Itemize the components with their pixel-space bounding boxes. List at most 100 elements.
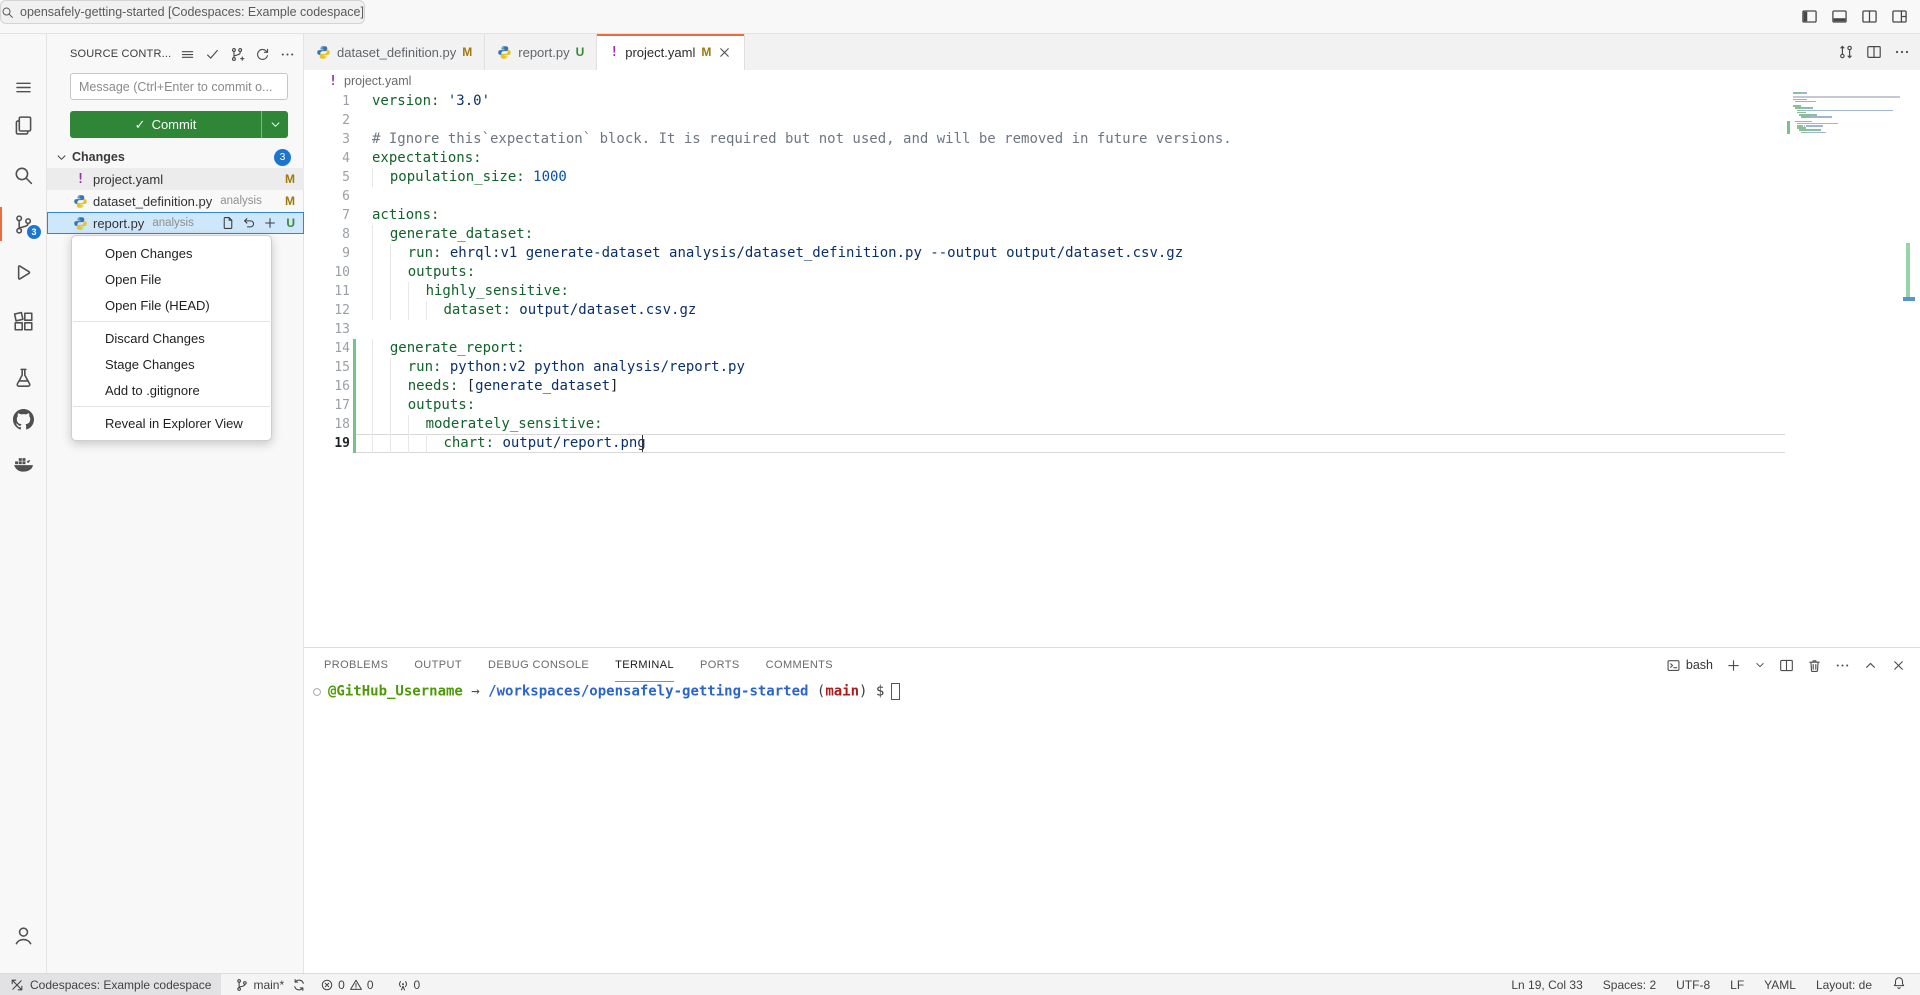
breadcrumb[interactable]: ! project.yaml (304, 70, 1920, 92)
tab-report-py[interactable]: report.pyU (485, 34, 597, 70)
commit-message-input[interactable] (70, 73, 288, 100)
terminal-shell-selector[interactable]: bash (1666, 658, 1713, 673)
code-token: '3.0' (439, 93, 490, 109)
git-status-badge: M (285, 172, 295, 186)
tab-dataset_definition-py[interactable]: dataset_definition.pyM (304, 34, 485, 70)
activity-bar-item-source-control[interactable]: 3 (0, 204, 46, 244)
terminal-shell-label: bash (1686, 658, 1713, 672)
remote-indicator[interactable]: Codespaces: Example codespace (0, 974, 221, 995)
panel-tab-output[interactable]: OUTPUT (414, 648, 462, 682)
activity-bar-item-search[interactable] (0, 155, 46, 195)
status-item-layout-de[interactable]: Layout: de (1816, 978, 1872, 992)
menu-item-open-file-head-[interactable]: Open File (HEAD) (72, 292, 271, 318)
status-item-ln-19-col-33[interactable]: Ln 19, Col 33 (1511, 978, 1582, 992)
line-number: 19 (304, 434, 350, 453)
layout-panel-icon[interactable] (1831, 8, 1848, 25)
yaml-warning-icon: ! (73, 172, 88, 187)
view-as-list-icon[interactable] (180, 47, 195, 62)
close-icon[interactable] (717, 45, 732, 60)
layout-customize-icon[interactable] (1891, 8, 1908, 25)
commit-button[interactable]: ✓ Commit (70, 111, 288, 138)
trash-icon[interactable] (1807, 658, 1822, 673)
menu-item-open-changes[interactable]: Open Changes (72, 240, 271, 266)
split-terminal-icon[interactable] (1779, 658, 1794, 673)
command-decoration-icon (312, 687, 322, 697)
split-editor-icon[interactable] (1866, 44, 1882, 60)
code-token: run: (408, 245, 442, 261)
account-icon (13, 925, 34, 946)
open-file-icon[interactable] (221, 216, 235, 230)
panel-tab-terminal[interactable]: TERMINAL (615, 648, 674, 682)
line-number: 16 (304, 377, 350, 396)
chevron-up-icon[interactable] (1863, 658, 1878, 673)
status-item-spaces-2[interactable]: Spaces: 2 (1603, 978, 1656, 992)
close-icon[interactable] (1891, 658, 1906, 673)
code-line-text: generate_report: (372, 339, 525, 358)
commit-check-icon[interactable] (205, 47, 220, 62)
changes-section-header[interactable]: Changes 3 (47, 146, 304, 168)
gutter-modified-indicator (353, 434, 356, 453)
tab-project-yaml[interactable]: !project.yamlM (597, 34, 745, 70)
code-line-text: population_size: 1000 (372, 168, 567, 187)
activity-bar-item-menu[interactable] (0, 67, 46, 107)
status-item-yaml[interactable]: YAML (1764, 978, 1796, 992)
menu-item-stage-changes[interactable]: Stage Changes (72, 351, 271, 377)
file-row-dataset_definition-py[interactable]: dataset_definition.pyanalysisM (47, 190, 304, 212)
stage-plus-icon[interactable] (263, 216, 277, 230)
menu-item-discard-changes[interactable]: Discard Changes (72, 325, 271, 351)
file-row-project-yaml[interactable]: !project.yamlM (47, 168, 304, 190)
code-line: 7actions: (304, 206, 1785, 225)
commit-dropdown-button[interactable] (262, 111, 288, 138)
menu-item-add-to-gitignore[interactable]: Add to .gitignore (72, 377, 271, 403)
discard-icon[interactable] (242, 216, 256, 230)
menu-item-reveal-in-explorer-view[interactable]: Reveal in Explorer View (72, 410, 271, 436)
new-terminal-icon[interactable] (1726, 658, 1741, 673)
minimap[interactable] (1785, 92, 1900, 647)
create-branch-icon[interactable] (230, 47, 245, 62)
activity-bar-item-run-debug[interactable] (0, 252, 46, 292)
layout-sidebar-icon[interactable] (1801, 8, 1818, 25)
code-token: expectations: (372, 150, 482, 166)
layout-split-icon[interactable] (1861, 8, 1878, 25)
activity-bar-item-docker[interactable] (0, 443, 46, 483)
activity-bar-item-testing[interactable] (0, 357, 46, 397)
overview-modified-marker (1906, 243, 1910, 297)
activity-bar-item-accounts[interactable] (0, 915, 46, 955)
more-icon[interactable] (280, 47, 295, 62)
python-icon (73, 216, 88, 231)
notifications-bell[interactable] (1892, 976, 1906, 993)
refresh-icon[interactable] (255, 47, 270, 62)
code-editor[interactable]: 1version: '3.0'23# Ignore this`expectati… (304, 92, 1785, 647)
menu-item-open-file[interactable]: Open File (72, 266, 271, 292)
panel-tab-comments[interactable]: COMMENTS (766, 648, 833, 682)
problems-status[interactable]: 0 0 (320, 978, 373, 992)
command-center-search[interactable]: opensafely-getting-started [Codespaces: … (0, 0, 365, 24)
line-number: 3 (304, 130, 350, 149)
code-line-text: version: '3.0' (372, 92, 490, 111)
source-control-sidebar: SOURCE CONTR... ✓ Commit Changes 3 !proj… (47, 34, 304, 973)
panel-tab-debug-console[interactable]: DEBUG CONSOLE (488, 648, 589, 682)
activity-bar-item-extensions[interactable] (0, 301, 46, 341)
more-icon[interactable] (1835, 658, 1850, 673)
code-token: generate_report: (390, 340, 525, 356)
commit-button-main[interactable]: ✓ Commit (70, 111, 261, 138)
panel-tab-problems[interactable]: PROBLEMS (324, 648, 388, 682)
ports-status[interactable]: 0 (396, 978, 421, 992)
panel-tab-ports[interactable]: PORTS (700, 648, 740, 682)
indent-guide (372, 225, 390, 244)
status-item-lf[interactable]: LF (1730, 978, 1744, 992)
code-line: 6 (304, 187, 1785, 206)
chevron-down-icon[interactable] (1754, 659, 1766, 671)
activity-bar-item-github[interactable] (0, 399, 46, 439)
file-row-report-py[interactable]: report.pyanalysisU (47, 212, 304, 234)
status-item-utf-8[interactable]: UTF-8 (1676, 978, 1710, 992)
open-changes-icon[interactable] (1838, 44, 1854, 60)
terminal-prompt-line[interactable]: @GitHub_Username → /workspaces/opensafel… (312, 682, 900, 701)
code-line: 17 outputs: (304, 396, 1785, 415)
branch-name: main* (253, 978, 284, 992)
branch-status[interactable]: main* (235, 978, 306, 992)
error-count: 0 (338, 978, 345, 992)
code-line-text: run: ehrql:v1 generate-dataset analysis/… (372, 244, 1183, 263)
menu-icon (14, 78, 33, 97)
activity-bar-item-explorer[interactable] (0, 105, 46, 145)
